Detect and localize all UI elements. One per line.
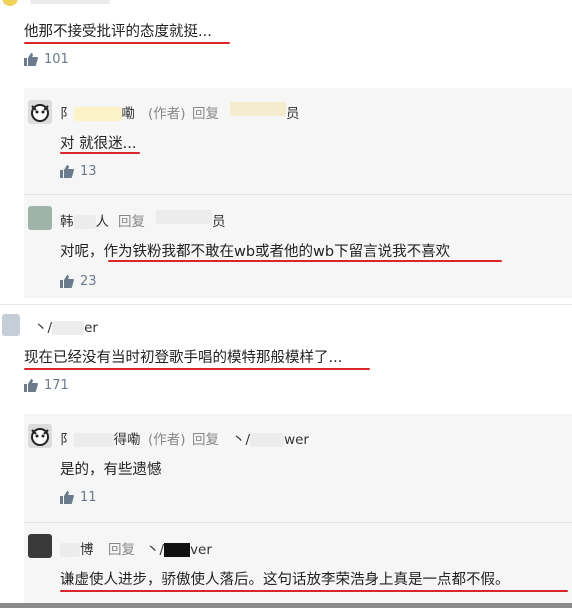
highlight-underline (108, 260, 502, 262)
target-redacted (230, 102, 286, 116)
like-button[interactable]: 11 (60, 490, 97, 505)
highlight-underline (24, 42, 230, 44)
reply-label: 回复 (192, 432, 219, 448)
author-tag: (作者) (148, 106, 186, 122)
thumbs-up-icon (60, 165, 74, 178)
like-button[interactable]: 101 (24, 52, 69, 67)
reply-target[interactable]: 丶/wer (232, 428, 309, 448)
avatar[interactable] (2, 314, 20, 336)
like-count: 11 (80, 490, 97, 505)
reply-text: 是的，有些遗憾 (60, 462, 162, 478)
bottom-bar (0, 603, 572, 608)
reply-text: 对 就很迷... (60, 136, 137, 152)
avatar[interactable] (2, 0, 18, 6)
highlight-underline (24, 368, 370, 370)
divider (24, 522, 572, 523)
thumbs-up-icon (60, 491, 74, 504)
comment-text: 他那不接受批评的态度就挺... (24, 24, 212, 40)
reply-label: 回复 (192, 106, 219, 122)
thumbs-up-icon (24, 379, 38, 392)
avatar[interactable] (28, 206, 52, 230)
reply-thread-1: 阝嘞 (作者) 回复 员 对 就很迷... 13 韩人 回复 员 对呢，作为铁粉… (24, 88, 572, 298)
username-redacted (30, 0, 110, 4)
divider (0, 304, 572, 305)
reply-label: 回复 (118, 214, 145, 230)
reply-text: 谦虚使人进步，骄傲使人落后。这句话放李荣浩身上真是一点都不假。 (60, 572, 510, 588)
reply-thread-2: 阝得嘞 (作者) 回复 丶/wer 是的，有些遗憾 11 博 回复 丶/ver … (24, 414, 572, 608)
reply-target[interactable]: 员 (286, 102, 300, 122)
avatar[interactable] (28, 100, 52, 124)
reply-author[interactable]: 阝得嘞 (60, 428, 141, 448)
like-button[interactable]: 171 (24, 378, 69, 393)
reply-text: 对呢，作为铁粉我都不敢在wb或者他的wb下留言说我不喜欢 (60, 244, 451, 260)
avatar[interactable] (28, 424, 52, 448)
comment-author[interactable]: 丶/er (34, 316, 98, 336)
comment-2: 丶/er 现在已经没有当时初登歌手唱的模特那般模样了... 171 (0, 306, 572, 404)
highlight-underline (60, 152, 140, 154)
like-count: 23 (80, 274, 97, 289)
comment-1: 他那不接受批评的态度就挺... 101 (0, 0, 572, 76)
reply-label: 回复 (108, 542, 135, 558)
avatar[interactable] (28, 534, 52, 558)
divider (24, 194, 572, 195)
reply-author[interactable]: 阝嘞 (60, 102, 135, 122)
reply-target[interactable]: 员 (212, 210, 226, 230)
like-count: 13 (80, 164, 97, 179)
thumbs-up-icon (60, 275, 74, 288)
reply-author[interactable]: 韩人 (60, 210, 109, 230)
highlight-underline (60, 590, 568, 592)
target-redacted (156, 210, 212, 224)
reply-author[interactable]: 博 (60, 538, 94, 558)
like-button[interactable]: 13 (60, 164, 97, 179)
thumbs-up-icon (24, 53, 38, 66)
author-tag: (作者) (148, 432, 186, 448)
like-count: 171 (44, 378, 69, 393)
reply-target[interactable]: 丶/ver (146, 538, 212, 558)
comment-text: 现在已经没有当时初登歌手唱的模特那般模样了... (24, 350, 343, 366)
like-count: 101 (44, 52, 69, 67)
like-button[interactable]: 23 (60, 274, 97, 289)
